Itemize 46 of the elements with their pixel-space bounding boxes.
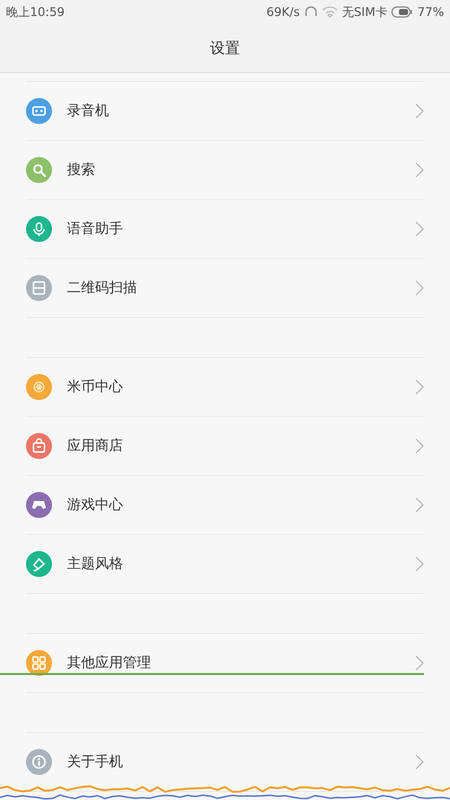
scanner-icon (26, 275, 52, 301)
item-label: 游戏中心 (67, 496, 124, 514)
item-label: 其他应用管理 (67, 654, 152, 672)
settings-item[interactable]: 录音机 (26, 82, 424, 140)
chevron-right-icon (415, 103, 424, 119)
settings-item[interactable]: 语音助手 (26, 199, 424, 258)
settings-item[interactable]: 主题风格 (26, 534, 424, 593)
chevron-right-icon (415, 497, 424, 513)
status-time: 晚上10:59 (6, 4, 65, 20)
item-label: 二维码扫描 (67, 279, 138, 297)
settings-item[interactable]: 关于手机 (26, 733, 424, 791)
chevron-right-icon (415, 556, 424, 572)
item-label: 搜索 (67, 161, 96, 179)
chevron-right-icon (415, 379, 424, 395)
item-label: 主题风格 (67, 555, 124, 573)
shopping-bag-icon (26, 433, 52, 459)
tape-icon (26, 98, 52, 124)
wifi-icon (322, 6, 338, 18)
item-label: 录音机 (67, 102, 110, 120)
settings-item[interactable]: 应用商店 (26, 416, 424, 475)
search-icon (26, 157, 52, 183)
page-title: 设置 (210, 38, 240, 58)
info-icon (26, 749, 52, 775)
brush-icon (26, 551, 52, 577)
gamepad-icon (26, 492, 52, 518)
settings-item[interactable]: 二维码扫描 (26, 258, 424, 317)
settings-item[interactable]: 米币中心 (26, 358, 424, 416)
chevron-right-icon (415, 438, 424, 454)
battery-icon (391, 6, 414, 18)
chevron-right-icon (415, 280, 424, 296)
item-label: 米币中心 (67, 378, 124, 396)
item-label: 应用商店 (67, 437, 124, 455)
item-label: 语音助手 (67, 220, 124, 238)
sim-status: 无SIM卡 (342, 4, 388, 20)
coin-icon (26, 374, 52, 400)
grid-icon (26, 650, 52, 676)
microphone-icon (26, 216, 52, 242)
chevron-right-icon (415, 162, 424, 178)
chevron-right-icon (415, 221, 424, 237)
chevron-right-icon (415, 655, 424, 671)
settings-item[interactable]: 游戏中心 (26, 475, 424, 534)
chevron-right-icon (415, 754, 424, 770)
item-label: 关于手机 (67, 753, 124, 771)
battery-level: 77% (417, 5, 444, 19)
network-speed: 69K/s (266, 5, 300, 19)
settings-item[interactable]: 搜索 (26, 140, 424, 199)
